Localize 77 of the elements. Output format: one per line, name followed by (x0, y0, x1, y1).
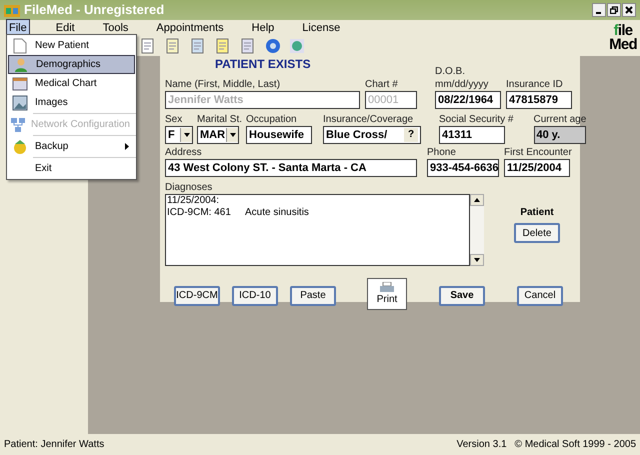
status-text: Patient: Jennifer Watts (4, 438, 104, 452)
field-label: mm/dd/yyyy (435, 78, 490, 91)
field-label: D.O.B. (435, 65, 466, 78)
field-label: Chart # (365, 78, 399, 91)
field-label: Social Security # (439, 113, 514, 126)
action-button[interactable]: ICD-9CM (174, 286, 220, 306)
action-button[interactable]: ICD-10 (232, 286, 278, 306)
print-button[interactable]: Print (367, 278, 407, 310)
image-icon (12, 94, 28, 110)
field-label: Marital St. (197, 113, 242, 126)
logo: file Med (608, 21, 638, 55)
menu-item[interactable]: Edit (54, 20, 77, 36)
field-label: Occupation (246, 113, 298, 126)
scroll-up-icon (474, 198, 480, 202)
close-icon (625, 6, 633, 14)
help-icon[interactable] (265, 38, 281, 54)
printer-icon (380, 282, 394, 292)
document-icon[interactable] (140, 38, 156, 54)
diagnosis-code: ICD-9CM: 461 (167, 207, 232, 219)
network-icon (10, 116, 26, 132)
menu-item[interactable]: License (300, 20, 342, 36)
action-button[interactable]: Delete (514, 223, 560, 243)
window-title: FileMed - Unregistered (24, 1, 164, 20)
text-field[interactable]: 41311 (439, 126, 506, 144)
text-field[interactable]: 40 y. (534, 126, 586, 144)
scrollbar[interactable] (470, 194, 484, 266)
action-button[interactable]: Cancel (517, 286, 563, 306)
scroll-down-icon (474, 258, 480, 262)
text-field[interactable]: 933-454-6636 (427, 159, 499, 177)
action-button[interactable]: Paste (290, 286, 336, 306)
dropdown[interactable]: MAR (197, 126, 239, 144)
text-field[interactable]: Blue Cross/ ? (323, 126, 422, 144)
restore-icon (610, 6, 618, 14)
menu-item[interactable]: Help (250, 20, 276, 36)
field-label: Phone (427, 146, 457, 159)
text-field[interactable]: 11/25/2004 (504, 159, 570, 177)
dropdown[interactable]: F (165, 126, 193, 144)
field-label: Insurance ID (506, 78, 564, 91)
menu-item[interactable]: New Patient (8, 36, 135, 55)
menu-item[interactable]: Demographics (8, 55, 135, 74)
person-icon (13, 56, 29, 72)
text-field[interactable]: Housewife (246, 126, 312, 144)
status-heading: PATIENT EXISTS (215, 58, 311, 71)
page-icon (13, 38, 27, 54)
menu-item[interactable]: Backup (8, 137, 135, 156)
menu-item[interactable]: Images (8, 93, 135, 112)
diagnosis-text: Acute sinusitis (245, 207, 309, 219)
menu-item[interactable]: Exit (8, 159, 135, 178)
lookup-button[interactable]: ? (404, 128, 418, 142)
text-field[interactable]: 08/22/1964 (435, 91, 501, 109)
field-label: Sex (165, 113, 184, 126)
menu-item[interactable]: Medical Chart (8, 74, 135, 93)
field-label: Current age (534, 113, 586, 126)
dropdown-arrow-icon (184, 133, 190, 137)
menu-item[interactable]: Tools (100, 20, 130, 36)
page-icon[interactable] (165, 38, 181, 54)
section-label: Patient (520, 206, 554, 220)
restore-button[interactable] (607, 3, 621, 17)
version-text: Version 3.1 (456, 438, 507, 452)
diagnosis-code: 11/25/2004: (167, 195, 220, 207)
field-label: Insurance/Coverage (323, 113, 414, 126)
close-button[interactable] (622, 3, 636, 17)
field-label: First Encounter (504, 146, 572, 159)
field-label: Name (First, Middle, Last) (165, 78, 282, 91)
diagnoses-text-area[interactable]: 11/25/2004: ICD-9CM: 461 Acute sinusitis (165, 194, 470, 266)
globe-icon[interactable] (290, 39, 304, 53)
field-label: Diagnoses (165, 181, 214, 194)
minimize-button[interactable] (592, 3, 606, 17)
copyright-text: © Medical Soft 1999 - 2005 (514, 438, 636, 452)
app-icon (4, 3, 20, 17)
field-label: Address (165, 146, 203, 159)
text-field[interactable]: 47815879 (506, 91, 572, 109)
text-field[interactable]: 43 West Colony ST. - Santa Marta - CA (165, 159, 417, 177)
action-button[interactable]: Save (439, 286, 485, 306)
dropdown-arrow-icon (230, 133, 236, 137)
chart-window-icon (12, 76, 28, 92)
menu-item[interactable]: Appointments (154, 20, 226, 36)
